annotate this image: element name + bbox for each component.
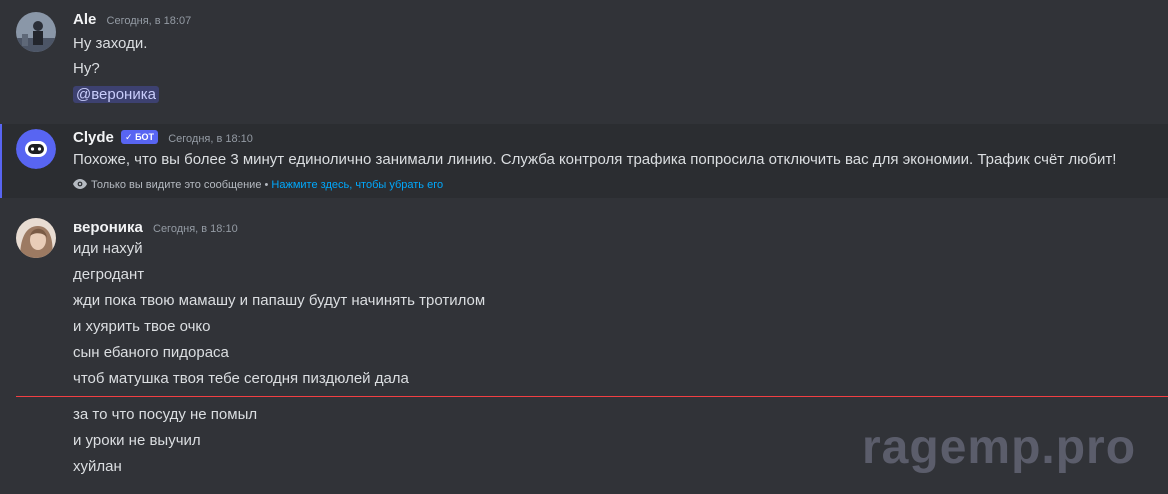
username-ale-text[interactable]: Ale	[73, 11, 96, 28]
username-clyde-text[interactable]: Clyde	[73, 129, 114, 146]
message-line: дегродант	[73, 266, 145, 283]
username-veronika[interactable]: вероника Сегодня, в 18:10	[73, 218, 238, 239]
message-line: за то что посуду не помыл	[73, 406, 258, 423]
message-line: хуйлан	[73, 458, 122, 475]
username-veronika-text[interactable]: вероника	[73, 219, 143, 236]
user-mention[interactable]: @вероника	[73, 86, 159, 103]
message-line: иди нахуй	[73, 240, 143, 257]
message-line: Ну?	[73, 60, 100, 77]
bot-badge: ✓ БОТ	[121, 130, 159, 144]
username-clyde[interactable]: Clyde ✓ БОТ Сегодня, в 18:10	[73, 128, 253, 149]
new-messages-divider	[16, 396, 1168, 397]
chat-messages: Ale Сегодня, в 18:07 Ну заходи. Ну? @вер…	[0, 0, 1168, 494]
message-line: сын ебаного пидораса	[73, 344, 229, 361]
timestamp-ale[interactable]: Сегодня, в 18:07	[107, 15, 192, 27]
timestamp-clyde[interactable]: Сегодня, в 18:10	[168, 133, 253, 145]
ephemeral-note: Только вы видите это сообщение • Нажмите…	[73, 177, 443, 193]
ephemeral-note-text: Только вы видите это сообщение •	[91, 179, 269, 191]
message-line: и уроки не выучил	[73, 432, 201, 449]
eye-icon	[73, 179, 87, 189]
dismiss-message-link[interactable]: Нажмите здесь, чтобы убрать его	[271, 179, 443, 191]
message-line: и хуярить твое очко	[73, 318, 211, 335]
message-line: чтоб матушка твоя тебе сегодня пиздюлей …	[73, 370, 409, 387]
message-line: Ну заходи.	[73, 35, 148, 52]
username-ale[interactable]: Ale Сегодня, в 18:07	[73, 10, 191, 31]
avatar-ale[interactable]	[16, 12, 56, 52]
mention-line: @вероника	[73, 85, 159, 105]
message-line: жди пока твою мамашу и папашу будут начи…	[73, 292, 486, 309]
message-group-ale: Ale Сегодня, в 18:07 Ну заходи. Ну? @вер…	[0, 0, 1168, 124]
watermark: ragemp.pro	[862, 421, 1137, 474]
avatar-veronika[interactable]	[16, 218, 56, 258]
avatar-clyde[interactable]	[16, 129, 56, 169]
clyde-message-text: Похоже, что вы более 3 минут единолично …	[73, 151, 1117, 168]
timestamp-veronika[interactable]: Сегодня, в 18:10	[153, 223, 238, 235]
